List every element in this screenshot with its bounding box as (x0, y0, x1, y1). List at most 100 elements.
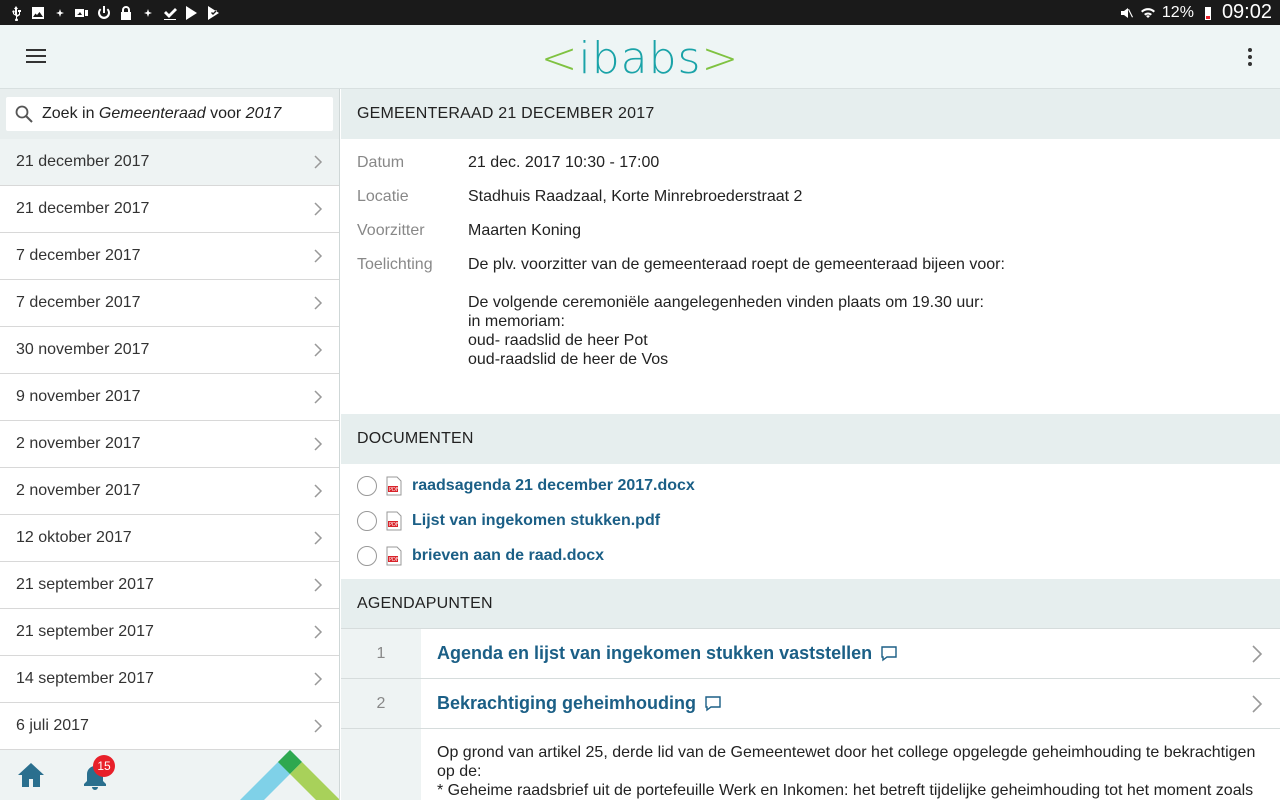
meeting-date-item[interactable]: 21 september 2017 (0, 609, 339, 656)
comment-icon[interactable] (704, 695, 722, 713)
agenda-item-2-text: Op grond van artikel 25, derde lid van d… (437, 744, 1256, 799)
agenda-item-2-body: Op grond van artikel 25, derde lid van d… (341, 729, 1280, 800)
lock-icon (118, 5, 134, 21)
document-link[interactable]: raadsagenda 21 december 2017.docx (412, 477, 695, 495)
chevron-right-icon (314, 249, 323, 263)
meeting-title: GEMEENTERAAD 21 DECEMBER 2017 (341, 89, 1280, 139)
chevron-right-icon (314, 343, 323, 357)
meeting-date-label: 21 december 2017 (16, 200, 150, 217)
wifi-icon (1140, 5, 1156, 21)
document-select-radio[interactable] (357, 510, 377, 531)
document-select-radio[interactable] (357, 545, 377, 566)
image-icon (30, 5, 46, 21)
gallery-icon (74, 5, 90, 21)
battery-icon (1200, 5, 1216, 21)
toelichting-details: De volgende ceremoniële aangelegenheden … (468, 294, 984, 368)
meeting-date-label: 7 december 2017 (16, 247, 141, 264)
svg-text:PDF: PDF (389, 522, 399, 528)
sparkle-icon (140, 5, 156, 21)
meeting-date-item[interactable]: 12 oktober 2017 (0, 515, 339, 562)
document-item[interactable]: PDF Lijst van ingekomen stukken.pdf (357, 503, 1264, 538)
pdf-file-icon: PDF (386, 511, 402, 530)
meta-locatie: Locatie Stadhuis Raadzaal, Korte Minrebr… (357, 188, 803, 205)
agenda-item[interactable]: 2 Bekrachtiging geheimhouding (341, 679, 1280, 729)
meta-voorzitter: Voorzitter Maarten Koning (357, 222, 581, 239)
decorative-logo-shape (240, 750, 339, 800)
meeting-list-panel: Zoek in Gemeenteraad voor 2017 21 decemb… (0, 89, 340, 800)
document-item[interactable]: PDF raadsagenda 21 december 2017.docx (357, 468, 1264, 503)
meeting-date-item[interactable]: 30 november 2017 (0, 327, 339, 374)
agenda-header: AGENDAPUNTEN (341, 579, 1280, 629)
chevron-right-icon (314, 155, 323, 169)
chevron-right-icon (314, 672, 323, 686)
overflow-menu-icon[interactable] (1240, 45, 1260, 69)
meeting-date-label: 6 juli 2017 (16, 717, 89, 734)
search-icon (15, 105, 33, 123)
chevron-right-icon (314, 437, 323, 451)
meeting-date-item[interactable]: 7 december 2017 (0, 280, 339, 327)
meeting-date-item[interactable]: 2 november 2017 (0, 468, 339, 515)
chevron-right-icon (314, 625, 323, 639)
usb-icon (8, 5, 24, 21)
meeting-date-item[interactable]: 6 juli 2017 (0, 703, 339, 750)
battery-percent: 12% (1161, 3, 1194, 21)
meeting-date-label: 7 december 2017 (16, 294, 141, 311)
power-icon (96, 5, 112, 21)
home-icon[interactable] (16, 760, 46, 790)
search-placeholder: Zoek in Gemeenteraad voor 2017 (42, 105, 282, 122)
chevron-right-icon (314, 531, 323, 545)
pdf-file-icon: PDF (386, 546, 402, 565)
chevron-right-icon (1252, 644, 1263, 663)
toelichting-intro: De plv. voorzitter van de gemeenteraad r… (468, 256, 1005, 273)
agenda-item-title-text: Bekrachtiging geheimhouding (437, 693, 697, 713)
meeting-date-item[interactable]: 2 november 2017 (0, 421, 339, 468)
meeting-date-item[interactable]: 21 september 2017 (0, 562, 339, 609)
sparkle-icon (52, 5, 68, 21)
document-item[interactable]: PDF brieven aan de raad.docx (357, 538, 1264, 573)
app-bar: <ibabs> (0, 25, 1280, 89)
search-bar: Zoek in Gemeenteraad voor 2017 (0, 89, 339, 139)
meeting-date-item[interactable]: 21 december 2017 (0, 139, 339, 186)
pdf-file-icon: PDF (386, 476, 402, 495)
meeting-date-item[interactable]: 21 december 2017 (0, 186, 339, 233)
svg-text:PDF: PDF (389, 487, 399, 493)
comment-icon[interactable] (880, 645, 898, 663)
notification-badge: 15 (93, 755, 115, 777)
meeting-date-item[interactable]: 7 december 2017 (0, 233, 339, 280)
meeting-date-label: 9 november 2017 (16, 388, 141, 405)
bottom-nav: 15 (0, 750, 339, 800)
meeting-date-label: 21 december 2017 (16, 153, 150, 170)
play-check-icon (206, 5, 222, 21)
chevron-right-icon (314, 719, 323, 733)
check-icon (162, 5, 178, 21)
meeting-date-item[interactable]: 9 november 2017 (0, 374, 339, 421)
chevron-right-icon (314, 202, 323, 216)
chevron-right-icon (314, 296, 323, 310)
meeting-date-label: 21 september 2017 (16, 576, 154, 593)
mute-icon (1118, 5, 1134, 21)
document-select-radio[interactable] (357, 475, 377, 496)
ibabs-logo: <ibabs> (540, 33, 740, 84)
meeting-detail-panel: GEMEENTERAAD 21 DECEMBER 2017 Datum 21 d… (341, 89, 1280, 800)
meeting-date-label: 14 september 2017 (16, 670, 154, 687)
document-link[interactable]: brieven aan de raad.docx (412, 547, 604, 565)
agenda-list: 1 Agenda en lijst van ingekomen stukken v… (341, 629, 1280, 729)
agenda-item-title[interactable]: Bekrachtiging geheimhouding (421, 679, 1280, 728)
agenda-item[interactable]: 1 Agenda en lijst van ingekomen stukken v… (341, 629, 1280, 679)
meeting-date-item[interactable]: 14 september 2017 (0, 656, 339, 703)
documents-header: DOCUMENTEN (341, 414, 1280, 464)
meeting-date-label: 21 september 2017 (16, 623, 154, 640)
meeting-date-label: 30 november 2017 (16, 341, 150, 358)
chevron-right-icon (314, 484, 323, 498)
documents-list: PDF raadsagenda 21 december 2017.docx PDF L… (341, 464, 1280, 579)
status-bar: 12% 09:02 (0, 0, 1280, 25)
meeting-date-label: 12 oktober 2017 (16, 529, 132, 546)
document-link[interactable]: Lijst van ingekomen stukken.pdf (412, 512, 660, 530)
play-store-icon (184, 5, 200, 21)
search-input[interactable]: Zoek in Gemeenteraad voor 2017 (6, 97, 333, 131)
chevron-right-icon (314, 390, 323, 404)
meeting-date-label: 2 november 2017 (16, 435, 141, 452)
meeting-meta: Datum 21 dec. 2017 10:30 - 17:00 Locatie… (341, 139, 1280, 414)
agenda-item-title[interactable]: Agenda en lijst van ingekomen stukken va… (421, 629, 1280, 678)
meta-datum: Datum 21 dec. 2017 10:30 - 17:00 (357, 154, 660, 171)
